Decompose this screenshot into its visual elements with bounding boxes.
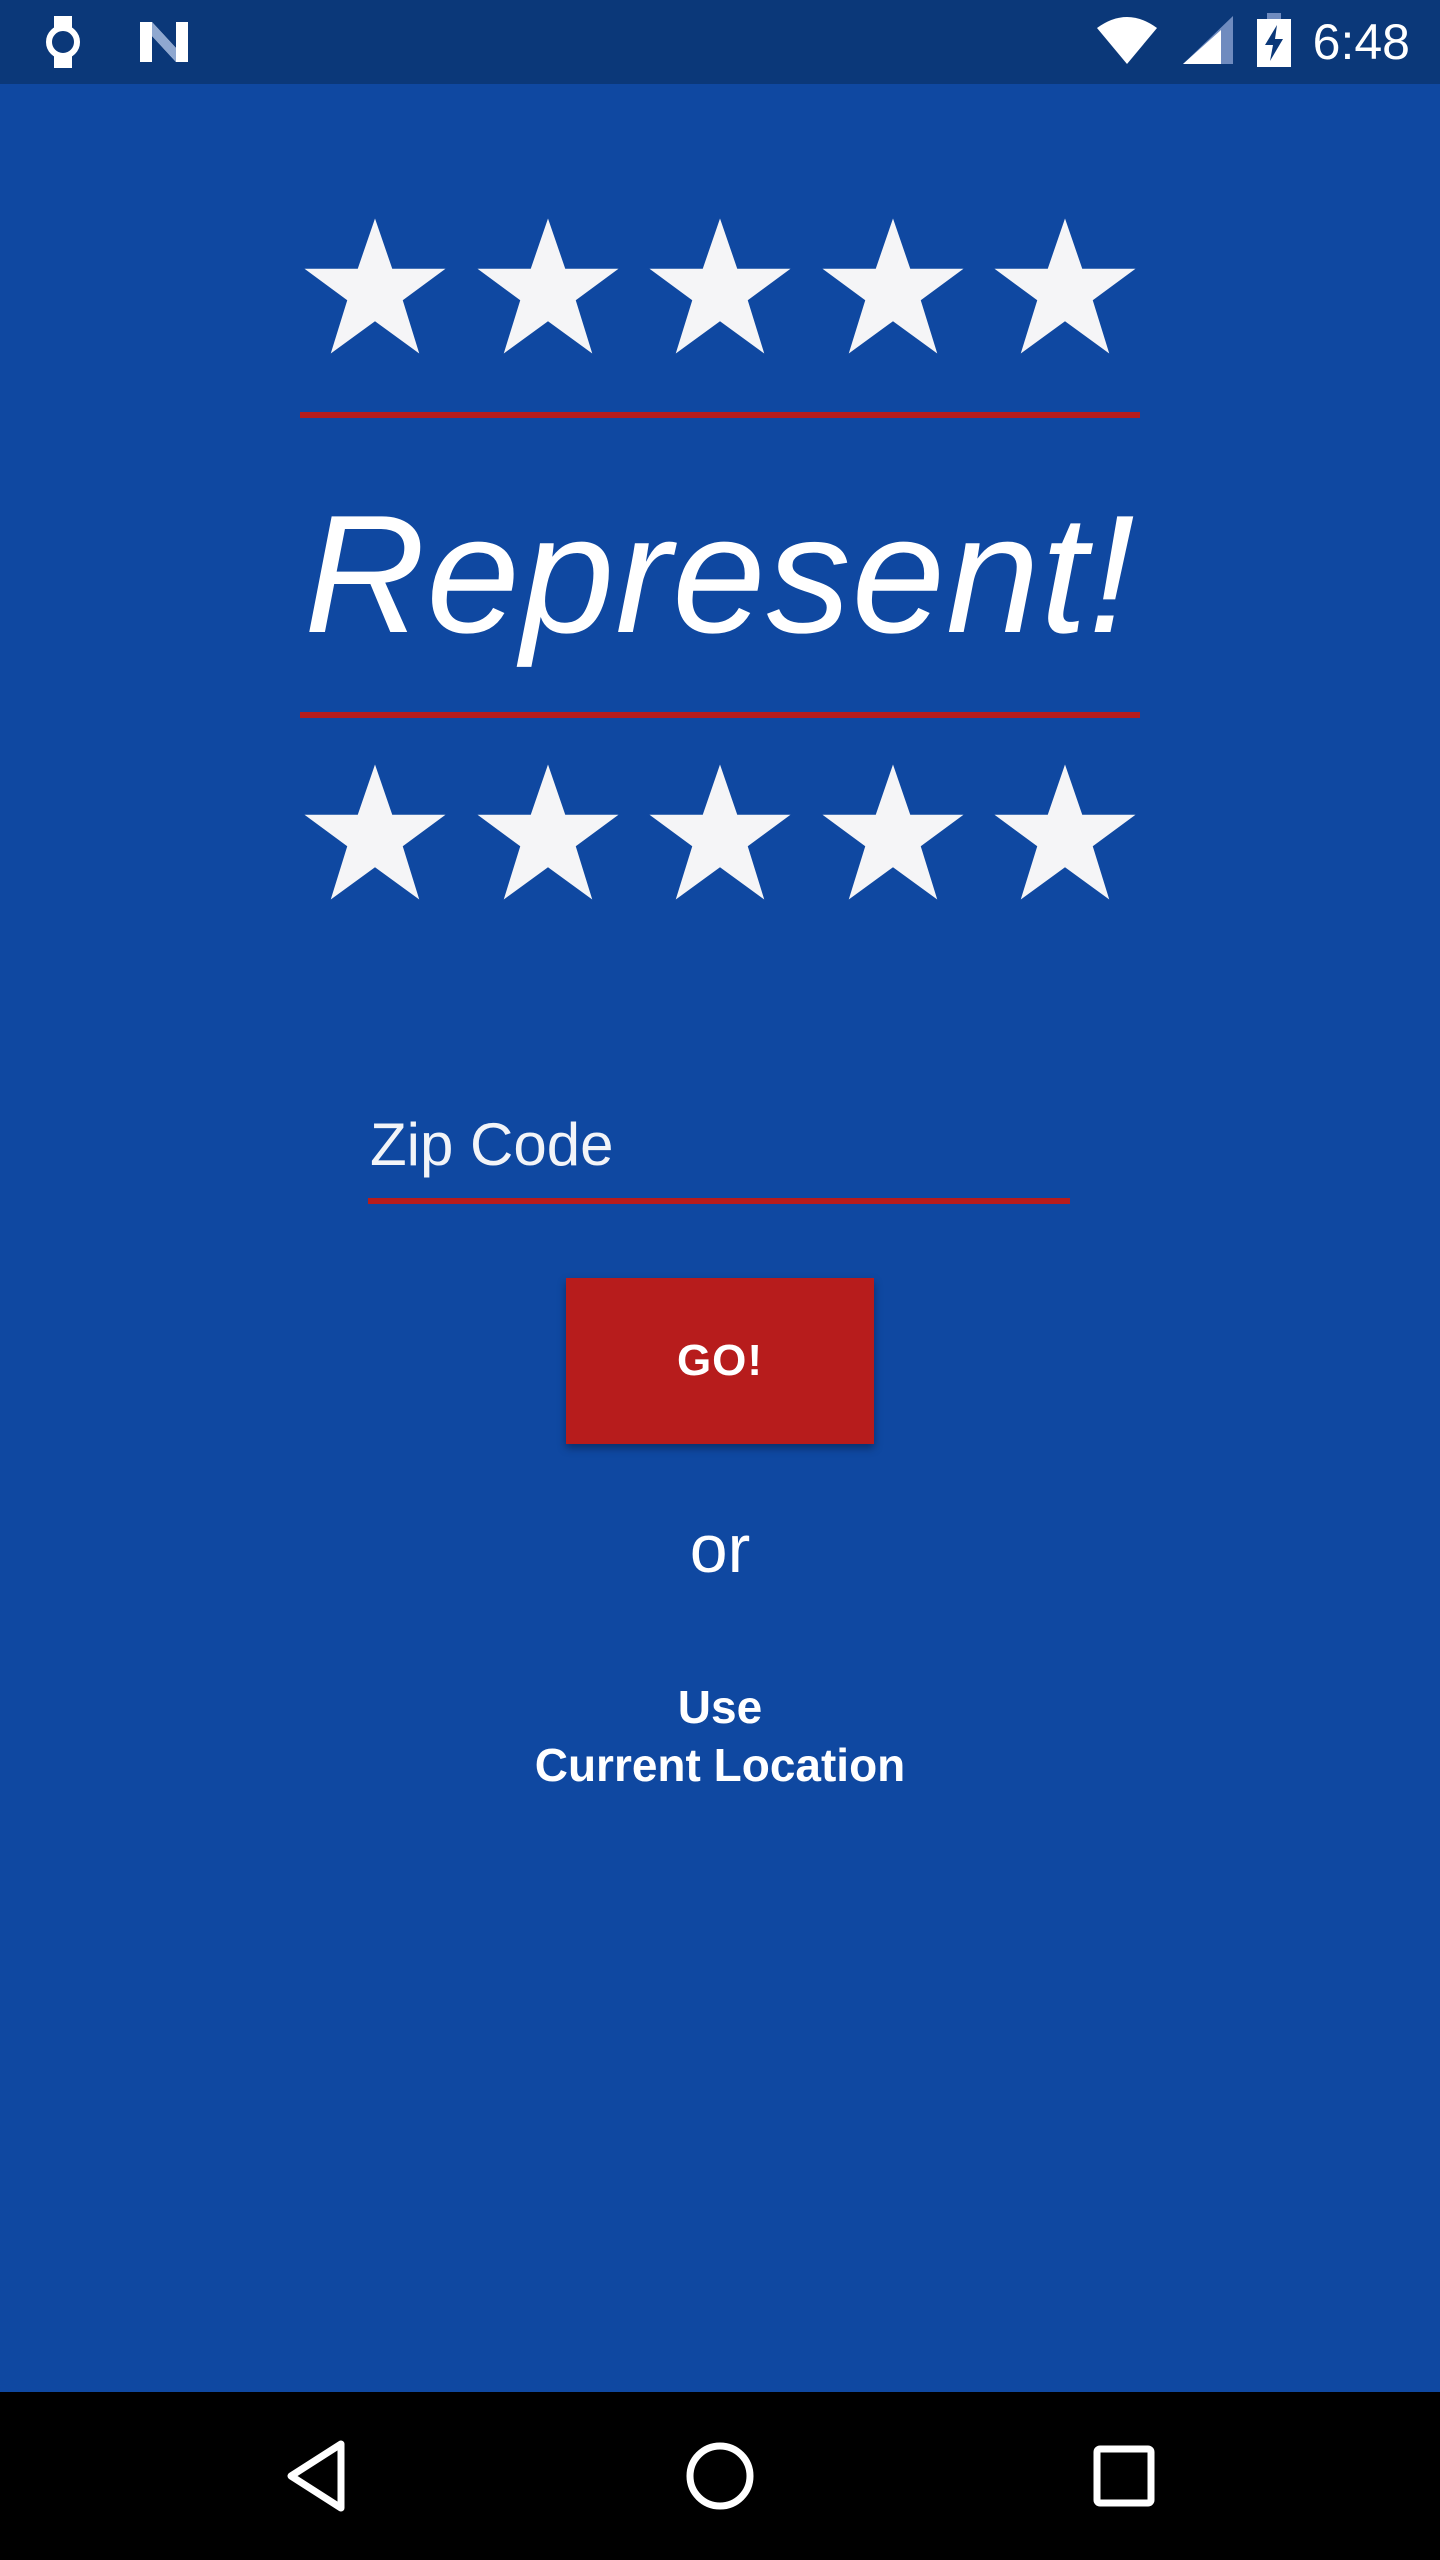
or-separator: or — [689, 1511, 751, 1587]
use-current-location-button[interactable]: Use Current Location — [420, 1678, 1020, 1794]
clock-time: 6:48 — [1312, 14, 1410, 70]
star-icon — [994, 764, 1136, 900]
star-icon — [994, 218, 1136, 354]
app-title: Represent! — [304, 480, 1136, 668]
star-icon — [649, 764, 791, 900]
star-icon — [822, 218, 963, 354]
cell-signal-icon — [1181, 14, 1235, 71]
zip-underline — [368, 1198, 1070, 1204]
home-icon — [686, 2442, 754, 2510]
status-bar: 6:48 — [0, 0, 1440, 84]
recents-button[interactable] — [1074, 2426, 1174, 2526]
star-icon — [477, 764, 618, 900]
location-label-line2: Current Location — [534, 1739, 906, 1791]
home-button[interactable] — [670, 2426, 770, 2526]
top-divider — [300, 412, 1140, 418]
location-label-line1: Use — [677, 1681, 763, 1733]
star-icon — [304, 218, 446, 354]
app-screen: Represent! GO! or Use Current Location — [0, 84, 1440, 2392]
bottom-stars-row — [300, 760, 1140, 910]
recents-icon — [1093, 2445, 1155, 2507]
top-stars-row — [300, 214, 1140, 364]
status-right-icons: 6:48 — [1095, 10, 1410, 74]
n-notification-icon — [136, 18, 192, 71]
back-button[interactable] — [266, 2426, 366, 2526]
star-icon — [304, 764, 446, 900]
zip-code-input[interactable] — [368, 1094, 1070, 1194]
back-icon — [287, 2440, 345, 2512]
watch-icon — [40, 14, 86, 75]
go-button[interactable]: GO! — [566, 1278, 874, 1444]
star-icon — [649, 218, 791, 354]
bottom-divider — [300, 712, 1140, 718]
status-left-icons — [40, 14, 192, 75]
battery-charging-icon — [1256, 12, 1291, 72]
star-icon — [822, 764, 963, 900]
navigation-bar — [0, 2392, 1440, 2560]
wifi-icon — [1095, 14, 1159, 71]
star-icon — [477, 218, 618, 354]
zip-code-field — [368, 1094, 1070, 1204]
